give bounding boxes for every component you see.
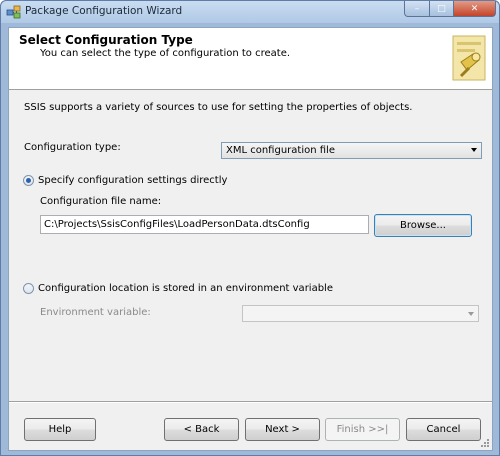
cancel-button-label: Cancel <box>426 424 461 435</box>
help-button[interactable]: Help <box>24 418 96 441</box>
configuration-file-name-label: Configuration file name: <box>40 196 162 207</box>
configuration-wizard-icon <box>452 35 486 81</box>
wizard-header: Select Configuration Type You can select… <box>9 28 492 90</box>
configuration-file-name-value: C:\Projects\SsisConfigFiles\LoadPersonDa… <box>44 219 310 230</box>
configuration-type-label: Configuration type: <box>24 142 121 153</box>
minimize-icon: – <box>414 3 420 14</box>
finish-button: Finish >>| <box>325 418 400 441</box>
wizard-client-area: Select Configuration Type You can select… <box>8 27 493 451</box>
chevron-down-icon <box>471 148 477 152</box>
window-title: Package Configuration Wizard <box>25 5 183 17</box>
maximize-button[interactable]: □ <box>429 1 454 17</box>
package-icon <box>6 5 21 19</box>
cancel-button[interactable]: Cancel <box>406 418 481 441</box>
configuration-type-dropdown[interactable]: XML configuration file <box>221 142 482 159</box>
close-icon: ✕ <box>470 3 479 14</box>
back-button-label: < Back <box>183 424 220 435</box>
close-button[interactable]: ✕ <box>453 1 496 17</box>
minimize-button[interactable]: – <box>404 1 430 17</box>
footer-divider <box>9 401 492 403</box>
title-bar[interactable]: Package Configuration Wizard – □ ✕ <box>1 1 499 23</box>
environment-variable-radio[interactable] <box>23 283 34 294</box>
browse-button-label: Browse... <box>400 220 446 231</box>
specify-directly-radio[interactable] <box>23 175 34 186</box>
configuration-file-name-input[interactable]: C:\Projects\SsisConfigFiles\LoadPersonDa… <box>40 215 369 234</box>
help-button-label: Help <box>48 424 72 435</box>
page-subtitle: You can select the type of configuration… <box>40 48 291 59</box>
next-button-label: Next > <box>265 424 300 435</box>
browse-button[interactable]: Browse... <box>374 214 472 237</box>
next-button[interactable]: Next > <box>245 418 320 441</box>
description-text: SSIS supports a variety of sources to us… <box>24 102 413 113</box>
chevron-down-icon <box>468 312 474 316</box>
environment-variable-dropdown <box>242 305 479 322</box>
finish-button-label: Finish >>| <box>336 424 389 435</box>
configuration-type-value: XML configuration file <box>226 145 335 156</box>
resize-grip-icon[interactable] <box>480 438 490 448</box>
maximize-icon: □ <box>437 3 446 14</box>
back-button[interactable]: < Back <box>164 418 239 441</box>
environment-variable-option-label[interactable]: Configuration location is stored in an e… <box>38 283 333 294</box>
page-title: Select Configuration Type <box>19 33 193 47</box>
environment-variable-label: Environment variable: <box>40 307 151 318</box>
wizard-window: Package Configuration Wizard – □ ✕ Selec… <box>0 0 500 456</box>
specify-directly-label[interactable]: Specify configuration settings directly <box>38 175 227 186</box>
